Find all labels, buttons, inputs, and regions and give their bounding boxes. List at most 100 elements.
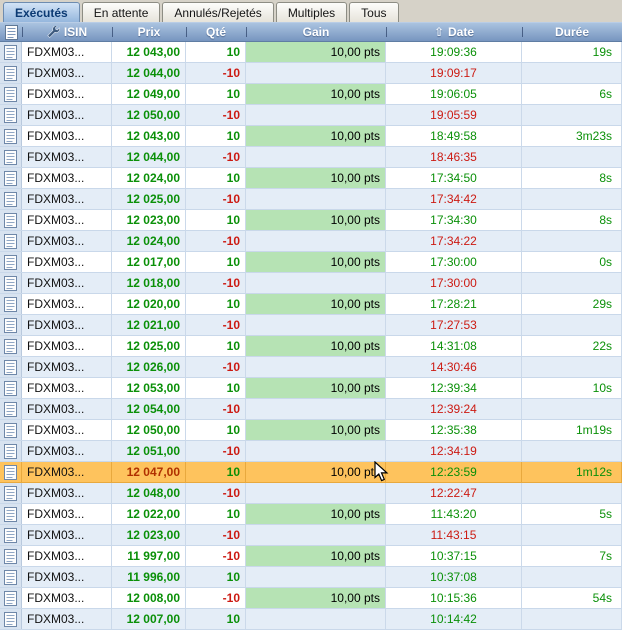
order-date: 19:09:17: [386, 63, 522, 83]
column-header-isin[interactable]: ISIN: [22, 23, 112, 41]
table-row[interactable]: FDXM03... 11 996,00 10 10:37:08: [0, 567, 622, 588]
order-duration: 19s: [522, 42, 622, 62]
table-row[interactable]: FDXM03... 12 043,00 10 10,00 pts 19:09:3…: [0, 42, 622, 63]
order-date: 10:37:15: [386, 546, 522, 566]
order-date: 12:39:34: [386, 378, 522, 398]
table-row[interactable]: FDXM03... 12 020,00 10 10,00 pts 17:28:2…: [0, 294, 622, 315]
table-row[interactable]: FDXM03... 12 043,00 10 10,00 pts 18:49:5…: [0, 126, 622, 147]
order-duration: [522, 147, 622, 167]
order-duration: [522, 567, 622, 587]
order-gain: 10,00 pts: [246, 42, 386, 62]
order-document-icon: [0, 126, 22, 146]
order-date: 12:34:19: [386, 441, 522, 461]
order-gain: [246, 399, 386, 419]
table-row[interactable]: FDXM03... 12 025,00 -10 17:34:42: [0, 189, 622, 210]
order-gain: 10,00 pts: [246, 210, 386, 230]
order-quantity: 10: [186, 252, 246, 272]
tab-en-attente[interactable]: En attente: [82, 2, 161, 22]
order-price: 12 050,00: [112, 105, 186, 125]
order-gain: [246, 63, 386, 83]
wrench-icon[interactable]: [47, 26, 60, 39]
table-row[interactable]: FDXM03... 12 023,00 10 10,00 pts 17:34:3…: [0, 210, 622, 231]
order-gain: 10,00 pts: [246, 84, 386, 104]
table-row[interactable]: FDXM03... 12 049,00 10 10,00 pts 19:06:0…: [0, 84, 622, 105]
table-row[interactable]: FDXM03... 11 997,00 -10 10,00 pts 10:37:…: [0, 546, 622, 567]
table-row[interactable]: FDXM03... 12 021,00 -10 17:27:53: [0, 315, 622, 336]
order-quantity: 10: [186, 42, 246, 62]
order-document-icon: [0, 483, 22, 503]
order-gain: [246, 357, 386, 377]
order-isin: FDXM03...: [22, 504, 112, 524]
order-duration: [522, 63, 622, 83]
table-row[interactable]: FDXM03... 12 017,00 10 10,00 pts 17:30:0…: [0, 252, 622, 273]
table-row[interactable]: FDXM03... 12 018,00 -10 17:30:00: [0, 273, 622, 294]
table-row[interactable]: FDXM03... 12 044,00 -10 18:46:35: [0, 147, 622, 168]
order-isin: FDXM03...: [22, 273, 112, 293]
order-quantity: 10: [186, 168, 246, 188]
table-row[interactable]: FDXM03... 12 025,00 10 10,00 pts 14:31:0…: [0, 336, 622, 357]
order-document-icon: [0, 567, 22, 587]
table-row[interactable]: FDXM03... 12 050,00 -10 19:05:59: [0, 105, 622, 126]
table-row[interactable]: FDXM03... 12 024,00 10 10,00 pts 17:34:5…: [0, 168, 622, 189]
order-document-icon: [0, 147, 22, 167]
table-row[interactable]: FDXM03... 12 026,00 -10 14:30:46: [0, 357, 622, 378]
tab-tous[interactable]: Tous: [349, 2, 398, 22]
order-isin: FDXM03...: [22, 210, 112, 230]
order-document-icon: [0, 273, 22, 293]
table-row[interactable]: FDXM03... 12 053,00 10 10,00 pts 12:39:3…: [0, 378, 622, 399]
order-quantity: -10: [186, 189, 246, 209]
tab-executes[interactable]: Exécutés: [3, 2, 80, 22]
order-duration: 7s: [522, 546, 622, 566]
order-document-icon: [0, 399, 22, 419]
order-date: 12:23:59: [386, 462, 522, 482]
table-row[interactable]: FDXM03... 12 007,00 10 10:14:42: [0, 609, 622, 630]
table-row[interactable]: FDXM03... 12 051,00 -10 12:34:19: [0, 441, 622, 462]
order-isin: FDXM03...: [22, 42, 112, 62]
table-row[interactable]: FDXM03... 12 044,00 -10 19:09:17: [0, 63, 622, 84]
order-duration: 29s: [522, 294, 622, 314]
document-icon[interactable]: [0, 23, 22, 41]
order-duration: [522, 105, 622, 125]
order-date: 14:30:46: [386, 357, 522, 377]
tab-annules-rejetes[interactable]: Annulés/Rejetés: [162, 2, 273, 22]
table-row[interactable]: FDXM03... 12 024,00 -10 17:34:22: [0, 231, 622, 252]
column-header-prix[interactable]: Prix: [112, 23, 186, 41]
order-gain: [246, 609, 386, 629]
tab-multiples[interactable]: Multiples: [276, 2, 347, 22]
order-duration: 22s: [522, 336, 622, 356]
order-duration: 3m23s: [522, 126, 622, 146]
column-header-gain[interactable]: Gain: [246, 23, 386, 41]
order-isin: FDXM03...: [22, 546, 112, 566]
order-quantity: -10: [186, 546, 246, 566]
order-quantity: -10: [186, 483, 246, 503]
order-document-icon: [0, 105, 22, 125]
order-price: 11 996,00: [112, 567, 186, 587]
order-price: 12 017,00: [112, 252, 186, 272]
table-row[interactable]: FDXM03... 12 048,00 -10 12:22:47: [0, 483, 622, 504]
table-row[interactable]: FDXM03... 12 008,00 -10 10,00 pts 10:15:…: [0, 588, 622, 609]
table-row[interactable]: FDXM03... 12 047,00 10 10,00 pts 12:23:5…: [0, 462, 622, 483]
table-row[interactable]: FDXM03... 12 054,00 -10 12:39:24: [0, 399, 622, 420]
column-header-date[interactable]: ⇧ Date: [386, 23, 522, 41]
order-date: 17:34:30: [386, 210, 522, 230]
order-quantity: 10: [186, 294, 246, 314]
order-gain: [246, 315, 386, 335]
order-gain: 10,00 pts: [246, 168, 386, 188]
column-header-duree[interactable]: Durée: [522, 23, 622, 41]
order-quantity: 10: [186, 567, 246, 587]
table-row[interactable]: FDXM03... 12 023,00 -10 11:43:15: [0, 525, 622, 546]
order-document-icon: [0, 588, 22, 608]
order-isin: FDXM03...: [22, 399, 112, 419]
order-date: 10:14:42: [386, 609, 522, 629]
order-price: 12 022,00: [112, 504, 186, 524]
order-duration: [522, 525, 622, 545]
order-quantity: -10: [186, 315, 246, 335]
table-row[interactable]: FDXM03... 12 022,00 10 10,00 pts 11:43:2…: [0, 504, 622, 525]
order-date: 12:35:38: [386, 420, 522, 440]
column-header-qte[interactable]: Qté: [186, 23, 246, 41]
order-date: 12:39:24: [386, 399, 522, 419]
order-gain: 10,00 pts: [246, 126, 386, 146]
order-price: 12 051,00: [112, 441, 186, 461]
table-row[interactable]: FDXM03... 12 050,00 10 10,00 pts 12:35:3…: [0, 420, 622, 441]
order-isin: FDXM03...: [22, 147, 112, 167]
